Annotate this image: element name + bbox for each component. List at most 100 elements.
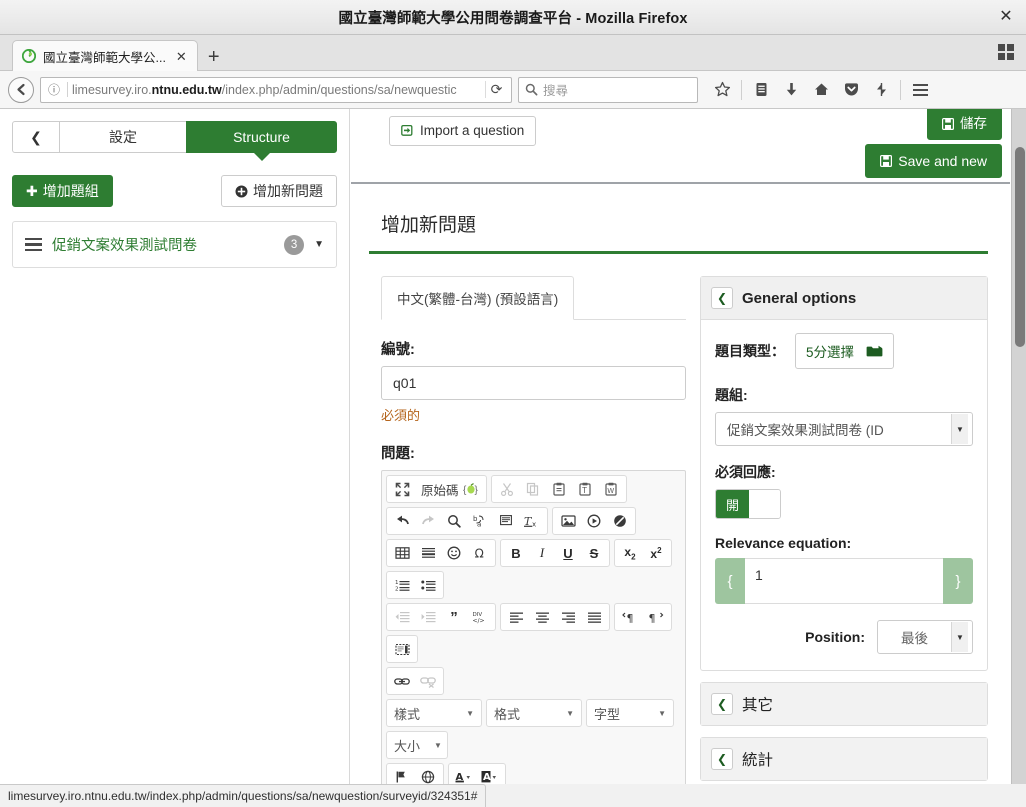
remove-format-icon[interactable]: Tx bbox=[519, 509, 545, 533]
subscript-icon[interactable]: x2 bbox=[617, 541, 643, 565]
increase-indent-icon[interactable] bbox=[415, 605, 441, 629]
form-right-column: ❮ General options 題目類型： 5分選擇 題組: 促銷文案效果測… bbox=[700, 276, 988, 784]
size-combo[interactable]: 大小 ▼ bbox=[386, 731, 448, 759]
reload-icon[interactable]: ⟳ bbox=[485, 81, 507, 98]
sidebar-tab-structure[interactable]: Structure bbox=[186, 121, 337, 161]
list-all-tabs-icon[interactable] bbox=[998, 44, 1014, 60]
mandatory-toggle[interactable]: 開 bbox=[715, 489, 781, 519]
other-options-panel[interactable]: ❮ 其它 bbox=[700, 682, 988, 726]
new-tab-button[interactable]: + bbox=[198, 47, 230, 70]
superscript-icon[interactable]: x2 bbox=[643, 541, 669, 565]
underline-icon[interactable]: U bbox=[555, 541, 581, 565]
strikethrough-icon[interactable]: S bbox=[581, 541, 607, 565]
other-options-header[interactable]: ❮ 其它 bbox=[701, 683, 987, 725]
sidebar-collapse-button[interactable]: ❮ bbox=[12, 121, 60, 153]
window-close-button[interactable]: ✕ bbox=[996, 8, 1016, 28]
search-bar[interactable]: 搜尋 bbox=[518, 76, 698, 103]
align-left-icon[interactable] bbox=[503, 605, 529, 629]
save-and-new-button[interactable]: Save and new bbox=[865, 144, 1002, 178]
redo-icon[interactable] bbox=[415, 509, 441, 533]
tab-close-icon[interactable]: ✕ bbox=[172, 50, 191, 63]
insert-image-icon[interactable] bbox=[555, 509, 581, 533]
align-center-icon[interactable] bbox=[529, 605, 555, 629]
numbered-list-icon[interactable]: 12 bbox=[389, 573, 415, 597]
library-icon[interactable] bbox=[747, 76, 775, 104]
bold-icon[interactable]: B bbox=[503, 541, 529, 565]
pocket-icon[interactable] bbox=[837, 76, 865, 104]
background-color-icon[interactable]: A bbox=[477, 765, 503, 784]
maximize-icon[interactable] bbox=[389, 477, 415, 501]
replace-icon[interactable]: ba bbox=[467, 509, 493, 533]
chevron-left-icon[interactable]: ❮ bbox=[711, 287, 733, 309]
url-divider bbox=[67, 82, 68, 97]
sync-icon[interactable] bbox=[867, 76, 895, 104]
chevron-left-icon[interactable]: ❮ bbox=[711, 693, 733, 715]
insert-media-icon[interactable] bbox=[581, 509, 607, 533]
align-justify-icon[interactable] bbox=[581, 605, 607, 629]
special-char-icon[interactable]: Ω bbox=[467, 541, 493, 565]
text-direction-ltr-icon[interactable]: ¶ bbox=[617, 605, 643, 629]
editor-group-edit: ba Tx bbox=[386, 507, 548, 535]
text-direction-rtl-icon[interactable]: ¶ bbox=[643, 605, 669, 629]
menu-hamburger-icon[interactable] bbox=[906, 76, 934, 104]
insert-link-icon[interactable] bbox=[389, 669, 415, 693]
select-all-icon[interactable] bbox=[493, 509, 519, 533]
font-combo[interactable]: 字型 ▼ bbox=[586, 699, 674, 727]
add-new-question-button[interactable]: 增加新問題 bbox=[221, 175, 337, 207]
svg-text:W: W bbox=[607, 487, 614, 495]
div-container-icon[interactable]: DIV </> bbox=[467, 605, 493, 629]
downloads-icon[interactable] bbox=[777, 76, 805, 104]
bookmark-star-icon[interactable] bbox=[708, 76, 736, 104]
show-blocks-icon[interactable] bbox=[389, 637, 415, 661]
import-icon bbox=[401, 124, 414, 137]
page-scrollbar-track[interactable] bbox=[1011, 109, 1026, 784]
url-bar[interactable]: ⓘ limesurvey.iro.ntnu.edu.tw/index.php/a… bbox=[40, 76, 512, 103]
chevron-left-icon[interactable]: ❮ bbox=[711, 748, 733, 770]
page-info-icon[interactable]: ⓘ bbox=[45, 81, 63, 98]
position-select[interactable]: 最後 ▼ bbox=[877, 620, 973, 654]
insert-table-icon[interactable] bbox=[389, 541, 415, 565]
decrease-indent-icon[interactable] bbox=[389, 605, 415, 629]
add-question-group-button[interactable]: ✚ 增加題組 bbox=[12, 175, 113, 207]
question-type-button[interactable]: 5分選擇 bbox=[795, 333, 895, 369]
find-icon[interactable] bbox=[441, 509, 467, 533]
source-code-button[interactable]: 原始碼 {} bbox=[415, 477, 484, 501]
styles-combo[interactable]: 樣式 ▼ bbox=[386, 699, 482, 727]
statistics-panel[interactable]: ❮ 統計 bbox=[700, 737, 988, 781]
horizontal-rule-icon[interactable] bbox=[415, 541, 441, 565]
paste-as-text-icon[interactable]: T bbox=[572, 477, 598, 501]
language-flag-icon[interactable] bbox=[389, 765, 415, 784]
smiley-icon[interactable] bbox=[441, 541, 467, 565]
drag-handle-icon[interactable] bbox=[25, 237, 42, 252]
insert-flash-icon[interactable] bbox=[607, 509, 633, 533]
bulleted-list-icon[interactable] bbox=[415, 573, 441, 597]
question-group-name[interactable]: 促銷文案效果測試問卷 bbox=[52, 234, 274, 255]
relevance-equation-input[interactable] bbox=[745, 558, 943, 604]
copy-icon[interactable] bbox=[520, 477, 546, 501]
blockquote-icon[interactable]: ” bbox=[441, 605, 467, 629]
question-code-input[interactable] bbox=[381, 366, 686, 400]
back-button[interactable] bbox=[8, 76, 34, 103]
align-right-icon[interactable] bbox=[555, 605, 581, 629]
sidebar-question-group-row[interactable]: 促銷文案效果測試問卷 3 ▼ bbox=[12, 221, 337, 268]
search-input[interactable]: 搜尋 bbox=[543, 80, 568, 99]
paste-from-word-icon[interactable]: W bbox=[598, 477, 624, 501]
cut-icon[interactable] bbox=[494, 477, 520, 501]
browser-tab[interactable]: 國立臺灣師範大學公... ✕ bbox=[12, 40, 198, 71]
chevron-down-icon[interactable]: ▼ bbox=[314, 239, 324, 250]
save-button[interactable]: 儲存 bbox=[927, 109, 1002, 140]
italic-icon[interactable]: I bbox=[529, 541, 555, 565]
text-color-icon[interactable]: A bbox=[451, 765, 477, 784]
unlink-icon[interactable] bbox=[415, 669, 441, 693]
statistics-header[interactable]: ❮ 統計 bbox=[701, 738, 987, 780]
import-question-button[interactable]: Import a question bbox=[389, 116, 537, 146]
page-scrollbar-thumb[interactable] bbox=[1015, 147, 1025, 347]
home-icon[interactable] bbox=[807, 76, 835, 104]
tab-language-zh-tw[interactable]: 中文(繁體-台灣) (預設語言) bbox=[381, 276, 575, 320]
format-combo[interactable]: 格式 ▼ bbox=[486, 699, 582, 727]
undo-icon[interactable] bbox=[389, 509, 415, 533]
sidebar-tab-settings[interactable]: 設定 bbox=[59, 121, 187, 153]
paste-icon[interactable] bbox=[546, 477, 572, 501]
globe-icon[interactable] bbox=[415, 765, 441, 784]
question-group-select[interactable]: 促銷文案效果測試問卷 (ID ▼ bbox=[715, 412, 973, 446]
